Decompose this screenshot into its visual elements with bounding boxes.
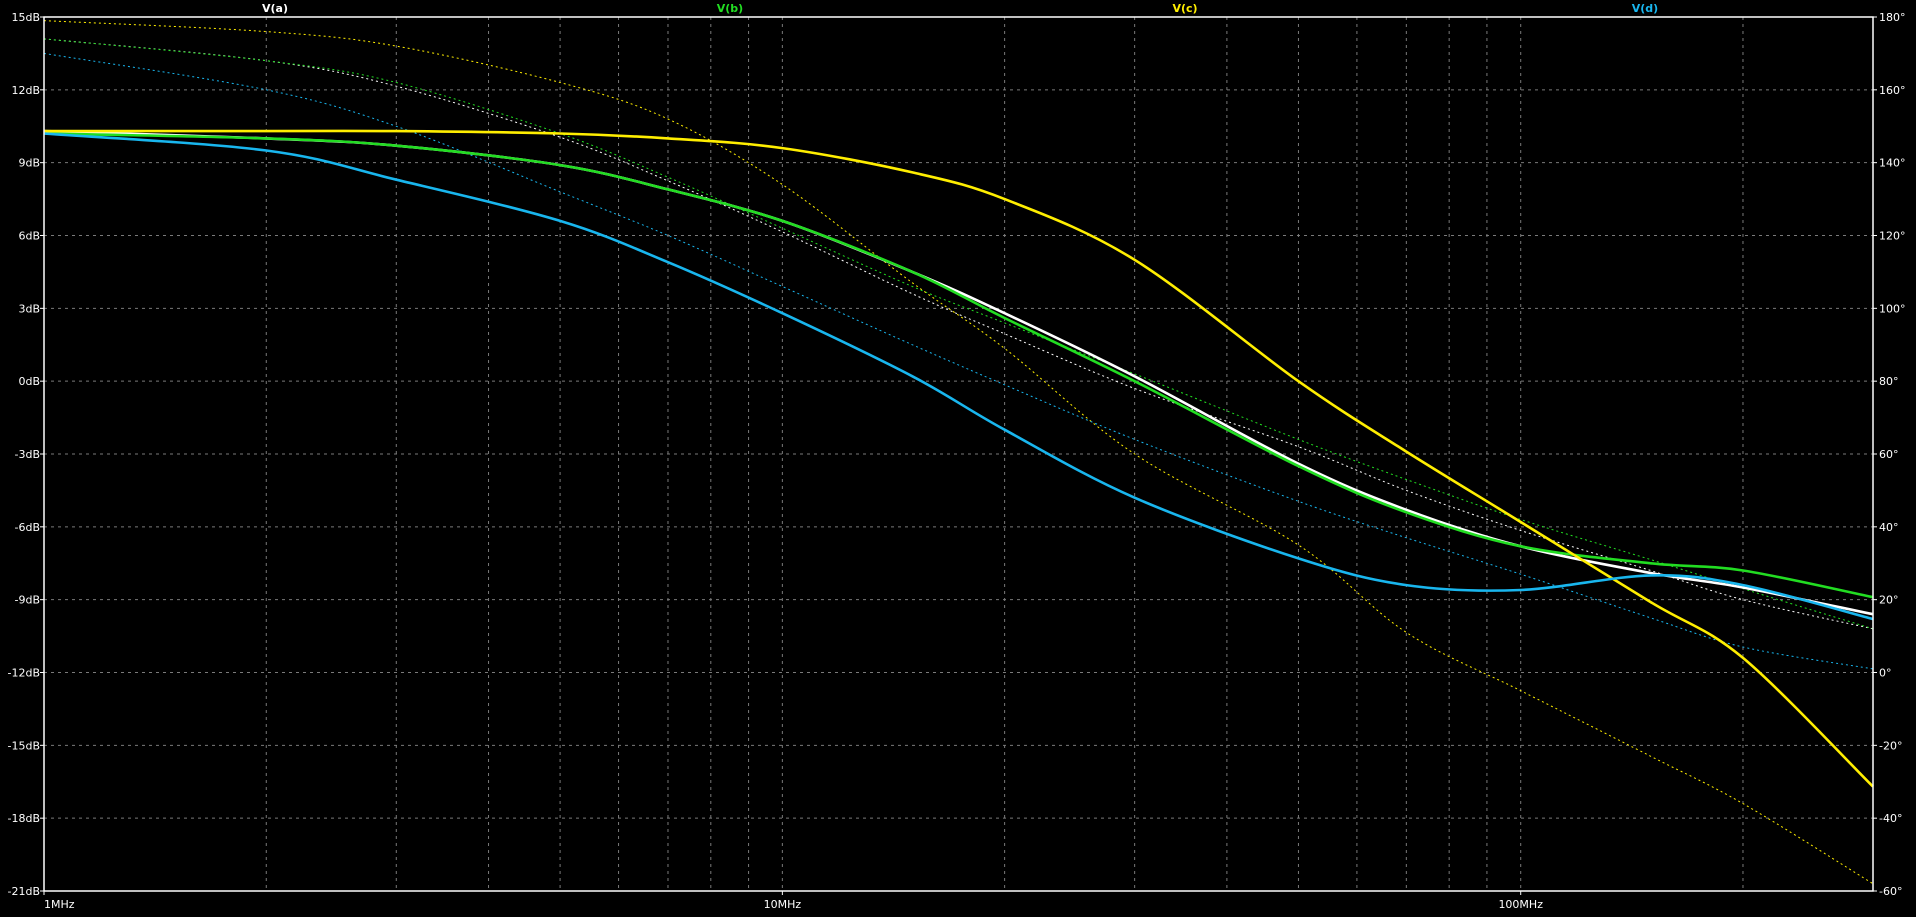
y-left-tick-label: 3dB (18, 302, 40, 315)
phase-trace-vb (43, 38, 1874, 630)
y-left-tick-label: -3dB (15, 448, 41, 461)
y-left-tick-label: -18dB (8, 812, 41, 825)
phase-traces (43, 20, 1874, 885)
magnitude-trace-va (43, 129, 1874, 616)
legend-item[interactable]: V(c) (1172, 2, 1197, 15)
y-left-tick-label: -15dB (8, 739, 41, 752)
y-left-tick-label: -9dB (15, 594, 41, 607)
y-right-tick-label: 180° (1879, 11, 1906, 24)
y-right-tick-label: 40° (1879, 521, 1899, 534)
x-tick-label: 10MHz (764, 898, 802, 911)
x-tick-label: 100MHz (1498, 898, 1543, 911)
phase-trace-vd (43, 52, 1874, 670)
y-left-tick-label: -12dB (8, 667, 41, 680)
y-left-tick-label: 6dB (18, 230, 40, 243)
y-right-tick-label: 0° (1879, 667, 1892, 680)
y-left-tick-label: 15dB (11, 11, 40, 24)
y-left-tick-label: -6dB (15, 521, 41, 534)
legend: V(a) V(b) V(c) V(d) (262, 2, 1658, 15)
y-left-tick-label: 12dB (11, 84, 40, 97)
legend-item[interactable]: V(a) (262, 2, 288, 15)
y-right-tick-label: 160° (1879, 84, 1906, 97)
legend-item[interactable]: V(d) (1632, 2, 1658, 15)
magnitude-trace-vd (43, 132, 1874, 621)
magnitude-traces (43, 129, 1874, 788)
y-right-tick-label: -40° (1879, 812, 1902, 825)
x-tick-label: 1MHz (44, 898, 75, 911)
bode-plot: 15dB 12dB 9dB 6dB 3dB 0dB -3dB -6dB -9dB -12dB -15… (8, 2, 1906, 911)
phase-trace-va (43, 38, 1874, 630)
grid (44, 17, 1873, 891)
y-left-tick-label: -21dB (8, 885, 41, 898)
y-right-tick-label: -60° (1879, 885, 1902, 898)
y-right-tick-label: 60° (1879, 448, 1899, 461)
y-right-tick-label: -20° (1879, 739, 1902, 752)
y-left-tick-label: 0dB (18, 375, 40, 388)
magnitude-trace-vc (44, 129, 1874, 788)
phase-trace-vc (43, 20, 1874, 885)
y-right-tick-label: 120° (1879, 230, 1906, 243)
y-left-tick-label: 9dB (18, 157, 40, 170)
y-right-tick-label: 80° (1879, 375, 1899, 388)
axis-ticks: 15dB 12dB 9dB 6dB 3dB 0dB -3dB -6dB -9dB -12dB -15… (8, 11, 1906, 911)
y-right-tick-label: 100° (1879, 302, 1906, 315)
y-right-tick-label: 140° (1879, 157, 1906, 170)
legend-item[interactable]: V(b) (717, 2, 743, 15)
y-right-tick-label: 20° (1879, 594, 1899, 607)
